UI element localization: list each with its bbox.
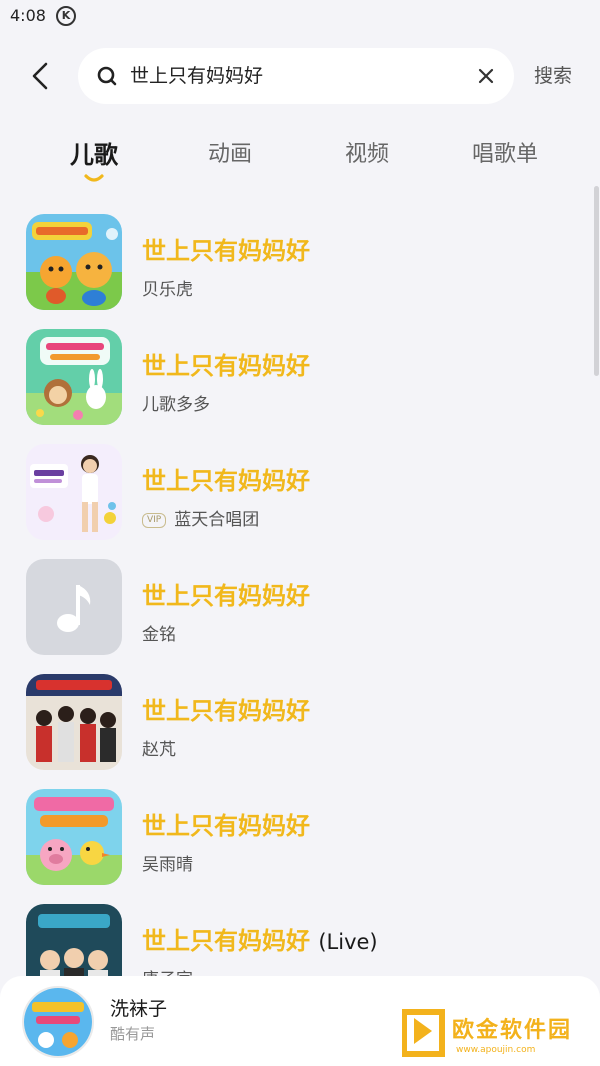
scrollbar[interactable] (594, 186, 599, 376)
song-title: 世上只有妈妈好 (142, 582, 310, 610)
song-artist: 贝乐虎 (142, 280, 193, 300)
watermark-url: www.apoujin.com (456, 1045, 536, 1055)
clear-search-button[interactable] (472, 62, 500, 90)
now-playing-title: 洗袜子 (110, 998, 168, 1020)
song-artist: 金铭 (142, 625, 176, 645)
cartoon-tigers-cover (26, 214, 122, 310)
song-title: 世上只有妈妈好 (142, 812, 310, 840)
music-note-placeholder (26, 559, 122, 655)
status-bar: 4:08 K (0, 0, 600, 34)
song-item[interactable]: 世上只有妈妈好 吴雨晴 (0, 789, 590, 893)
search-results-screen: 4:08 K 世上只有妈妈好 搜索 儿歌 动画 视频 唱歌单 世上只有妈妈好 贝… (0, 0, 600, 1066)
little-singer-cover (26, 444, 122, 540)
active-tab-indicator (84, 174, 104, 182)
song-item[interactable]: 世上只有妈妈好 贝乐虎 (0, 214, 590, 318)
song-title: 世上只有妈妈好 (142, 467, 310, 495)
song-item[interactable]: 世上只有妈妈好 儿歌多多 (0, 329, 590, 433)
tab-video[interactable]: 视频 (345, 140, 389, 170)
now-playing-cover[interactable] (22, 986, 94, 1058)
search-icon (97, 66, 117, 86)
back-button[interactable] (22, 56, 58, 96)
song-item[interactable]: 世上只有妈妈好 金铭 (0, 559, 590, 663)
piggy-chick-cover (26, 789, 122, 885)
song-artist-row: VIP 蓝天合唱团 (142, 508, 259, 532)
song-title-text: 世上只有妈妈好 (142, 927, 310, 955)
song-title: 世上只有妈妈好 (142, 237, 310, 265)
category-tabs: 儿歌 动画 视频 唱歌单 (0, 132, 600, 188)
song-artist: 儿歌多多 (142, 395, 210, 415)
song-artist: 赵芃 (142, 740, 176, 760)
now-playing-source: 酷有声 (110, 1025, 156, 1043)
song-artist: 蓝天合唱团 (174, 510, 260, 530)
chevron-left-icon (32, 62, 48, 90)
close-icon (478, 68, 494, 84)
song-item[interactable]: 世上只有妈妈好 VIP 蓝天合唱团 (0, 444, 590, 548)
song-title: 世上只有妈妈好 (Live) (142, 924, 378, 959)
live-tag: (Live) (318, 930, 378, 954)
watermark-text: 欧金软件园 (452, 1018, 573, 1043)
children-group-photo (26, 674, 122, 770)
search-button[interactable]: 搜索 (534, 62, 572, 90)
song-artist: 吴雨晴 (142, 855, 193, 875)
song-title: 世上只有妈妈好 (142, 697, 310, 725)
tab-song-list[interactable]: 唱歌单 (472, 140, 538, 170)
notification-k-icon: K (56, 6, 76, 26)
status-time: 4:08 (10, 6, 46, 25)
search-box[interactable]: 世上只有妈妈好 (78, 48, 514, 104)
search-input[interactable]: 世上只有妈妈好 (130, 62, 263, 90)
tab-children-songs[interactable]: 儿歌 (70, 140, 118, 170)
watermark-logo-icon (401, 1009, 445, 1057)
site-watermark-logo: 欧金软件园 www.apoujin.com (401, 998, 594, 1062)
song-title: 世上只有妈妈好 (142, 352, 310, 380)
monkey-rabbit-cover (26, 329, 122, 425)
song-item[interactable]: 世上只有妈妈好 赵芃 (0, 674, 590, 778)
tab-animation[interactable]: 动画 (208, 140, 252, 170)
vip-badge: VIP (142, 513, 167, 528)
